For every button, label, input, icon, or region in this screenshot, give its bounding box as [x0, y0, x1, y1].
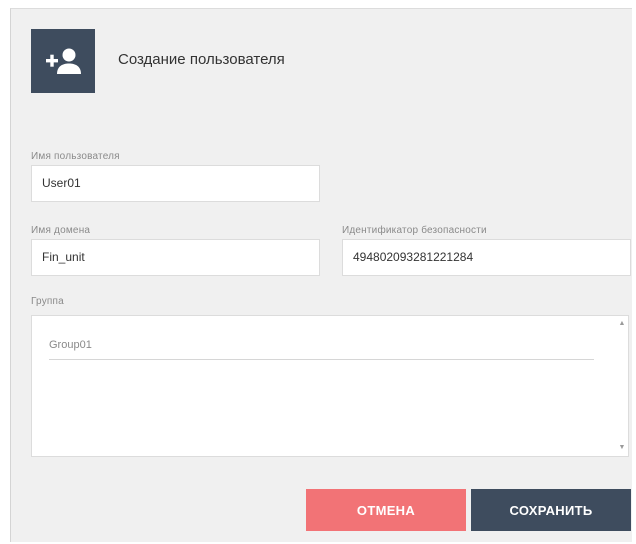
- sid-input[interactable]: 494802093281221284: [342, 239, 631, 276]
- domain-input[interactable]: Fin_unit: [31, 239, 320, 276]
- domain-label: Имя домена: [31, 225, 91, 236]
- group-label: Группа: [31, 296, 64, 307]
- create-user-dialog: Создание пользователя Имя пользователя U…: [10, 8, 632, 542]
- group-list[interactable]: Group01 ▲ ▼: [31, 315, 629, 457]
- scroll-up-icon[interactable]: ▲: [616, 318, 628, 330]
- group-scrollbar[interactable]: ▲ ▼: [616, 316, 628, 456]
- sid-label: Идентификатор безопасности: [342, 225, 487, 236]
- username-input[interactable]: User01: [31, 165, 320, 202]
- dialog-title: Создание пользователя: [118, 51, 285, 68]
- add-user-icon: [46, 48, 81, 74]
- save-button[interactable]: СОХРАНИТЬ: [471, 489, 631, 531]
- group-list-item[interactable]: Group01: [49, 334, 594, 360]
- scroll-down-icon[interactable]: ▼: [616, 442, 628, 454]
- cancel-button[interactable]: ОТМЕНА: [306, 489, 466, 531]
- header-icon-box: [31, 29, 95, 93]
- username-label: Имя пользователя: [31, 151, 120, 162]
